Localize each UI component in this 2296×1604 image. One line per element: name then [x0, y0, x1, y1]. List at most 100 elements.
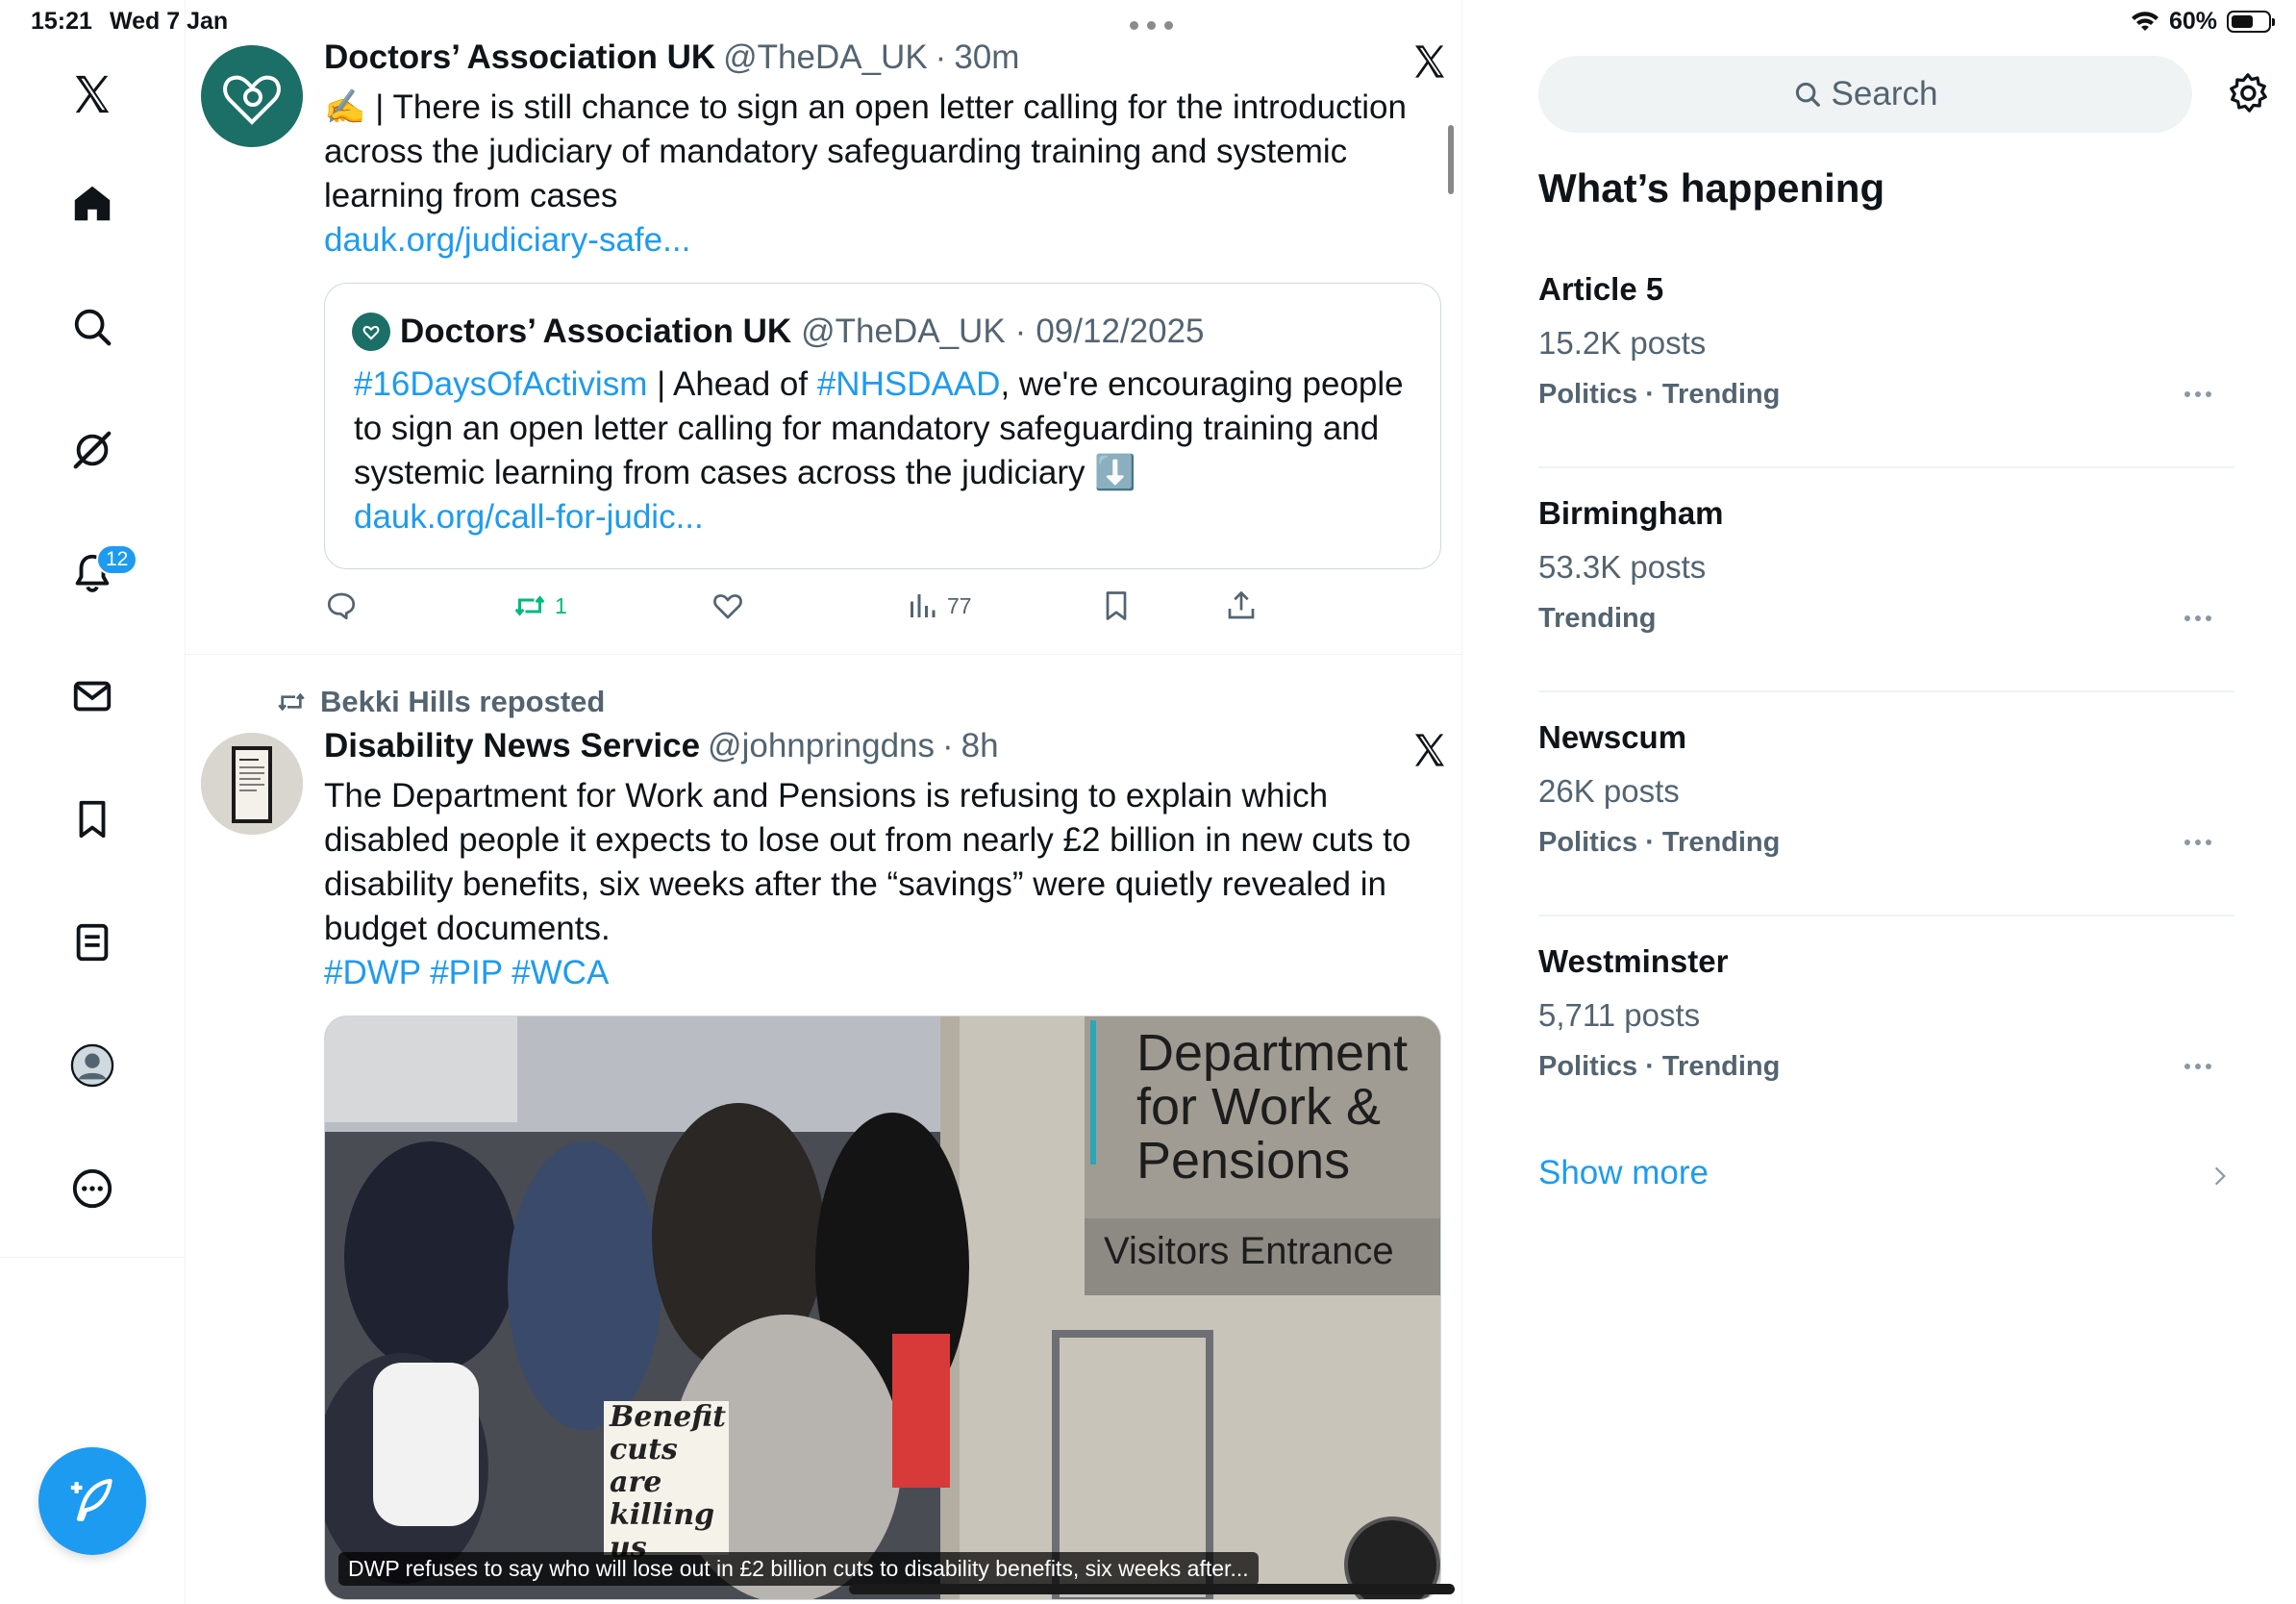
bookmark-button[interactable] [1099, 582, 1134, 630]
x-source-icon [1410, 42, 1449, 81]
tweet-actions: 1 77 [324, 582, 1285, 630]
placard-text: Benefit cuts are killing us [610, 1400, 727, 1565]
search-icon [1795, 82, 1820, 107]
compose-post-button[interactable] [38, 1447, 146, 1555]
quote-header: Doctors’ Association UK @TheDA_UK · 09/1… [352, 313, 1205, 351]
home-icon[interactable] [58, 169, 127, 238]
whats-happening-title: What’s happening [1538, 165, 1885, 211]
trend-post-count: 53.3K posts [1538, 549, 1707, 585]
timeline[interactable]: Doctors’ Association UK @TheDA_UK · 30m … [186, 0, 1462, 1604]
views-count: 77 [947, 592, 972, 618]
hashtags[interactable]: #DWP #PIP #WCA [324, 954, 609, 991]
search-placeholder: Search [1831, 75, 1938, 113]
show-more-link[interactable]: Show more [1538, 1154, 1709, 1192]
x-source-icon [1410, 731, 1449, 769]
profile-avatar-icon[interactable] [58, 1031, 127, 1100]
reply-button[interactable] [324, 582, 359, 630]
search-input[interactable]: Search [1538, 56, 2192, 133]
bookmark-icon [1106, 591, 1127, 620]
search-nav-icon[interactable] [58, 292, 127, 362]
tweet-text: ✍️ | There is still chance to sign an op… [324, 86, 1439, 263]
trend-post-count: 26K posts [1538, 773, 1680, 809]
tweet-time[interactable]: 8h [961, 727, 999, 765]
author-handle[interactable]: @johnpringdns [708, 727, 935, 765]
heart-icon [713, 594, 742, 619]
dwp-sign: Department for Work & Pensions [1136, 1026, 1408, 1188]
hashtag[interactable]: #16DaysOfActivism [354, 365, 647, 403]
tweet-header: Disability News Service @johnpringdns · … [324, 727, 999, 765]
trend-more-icon[interactable] [2184, 1047, 2211, 1086]
tweet-text-content: The Department for Work and Pensions is … [324, 777, 1411, 947]
battery-percent: 60% [2168, 8, 2217, 35]
tweet-text: The Department for Work and Pensions is … [324, 774, 1449, 995]
compose-feather-icon [70, 1478, 112, 1521]
tweet-time[interactable]: 30m [954, 38, 1019, 77]
vertical-scrollbar[interactable] [1448, 125, 1454, 194]
quote-date: 09/12/2025 [1036, 313, 1205, 350]
dwp-sign-line: Pensions [1136, 1132, 1351, 1190]
views-chart-icon [911, 594, 936, 617]
settings-gear-icon[interactable] [2226, 71, 2270, 115]
trend-post-count: 15.2K posts [1538, 325, 1707, 361]
trend-more-icon[interactable] [2184, 599, 2211, 638]
trend-item[interactable]: Birmingham 53.3K posts Trending [1538, 468, 2234, 692]
media-scroll-indicator [849, 1584, 1455, 1594]
repost-indicator: Bekki Hills reposted [276, 685, 605, 719]
left-navigation: 12 [0, 0, 186, 1604]
avatar[interactable] [201, 733, 303, 835]
trend-name: Newscum [1538, 719, 1687, 755]
messages-icon[interactable] [58, 662, 127, 731]
trend-name: Westminster [1538, 943, 1729, 979]
author-name[interactable]: Doctors’ Association UK [324, 38, 715, 77]
wifi-icon [2131, 11, 2159, 31]
views-button[interactable]: 77 [905, 582, 972, 630]
trend-item[interactable]: Westminster 5,711 posts Politics · Trend… [1538, 916, 2234, 1109]
trend-category: Politics · Trending [1538, 827, 1781, 858]
reply-icon [327, 592, 356, 620]
trend-category: Trending [1538, 603, 1657, 634]
more-options-icon[interactable] [58, 1154, 127, 1223]
repost-button[interactable]: 1 [512, 582, 567, 630]
like-button[interactable] [711, 582, 745, 630]
trend-more-icon[interactable] [2184, 375, 2211, 414]
trend-post-count: 5,711 posts [1538, 997, 1701, 1033]
tweet-media-image[interactable]: Department for Work & Pensions Visitors … [324, 1015, 1441, 1600]
author-handle[interactable]: @TheDA_UK [723, 38, 928, 77]
status-right: 60% [2131, 8, 2275, 36]
grok-icon[interactable] [58, 415, 127, 485]
tweet-divider [186, 654, 1461, 655]
trend-name: Article 5 [1538, 271, 1664, 307]
trend-item[interactable]: Newscum 26K posts Politics · Trending [1538, 692, 2234, 916]
trend-category: Politics · Trending [1538, 1051, 1781, 1082]
quote-author-handle: @TheDA_UK [801, 313, 1006, 350]
quote-avatar [352, 313, 390, 351]
repost-icon [278, 692, 305, 712]
hashtag[interactable]: #NHSDAAD [817, 365, 1001, 403]
meta-separator: · [935, 38, 947, 76]
author-name[interactable]: Disability News Service [324, 727, 700, 765]
visitors-entrance-sign: Visitors Entrance [1104, 1230, 1394, 1272]
newspaper-avatar-icon [201, 733, 303, 835]
quote-link[interactable]: dauk.org/call-for-judic... [354, 498, 704, 536]
lists-icon[interactable] [58, 908, 127, 977]
trend-more-icon[interactable] [2184, 823, 2211, 862]
repost-count: 1 [555, 592, 567, 618]
avatar[interactable] [201, 45, 303, 147]
share-button[interactable] [1224, 582, 1259, 630]
heart-stethoscope-logo-icon [362, 325, 380, 340]
trend-name: Birmingham [1538, 495, 1724, 531]
dwp-sign-line: for Work & [1136, 1078, 1382, 1136]
tweet-header: Doctors’ Association UK @TheDA_UK · 30m [324, 38, 1019, 77]
x-logo-icon[interactable] [58, 60, 127, 129]
meta-separator: · [1014, 313, 1027, 350]
trend-category: Politics · Trending [1538, 379, 1781, 410]
bookmarks-icon[interactable] [58, 785, 127, 854]
quote-author-name: Doctors’ Association UK [400, 313, 792, 350]
quoted-tweet[interactable]: Doctors’ Association UK @TheDA_UK · 09/1… [324, 283, 1441, 569]
repost-by-label[interactable]: Bekki Hills reposted [320, 685, 605, 719]
trend-item[interactable]: Article 5 15.2K posts Politics · Trendin… [1538, 244, 2234, 468]
tweet-link[interactable]: dauk.org/judiciary-safe... [324, 221, 690, 259]
nav-divider [0, 1257, 186, 1258]
heart-stethoscope-logo-icon [223, 75, 281, 125]
dwp-sign-line: Department [1136, 1024, 1409, 1082]
